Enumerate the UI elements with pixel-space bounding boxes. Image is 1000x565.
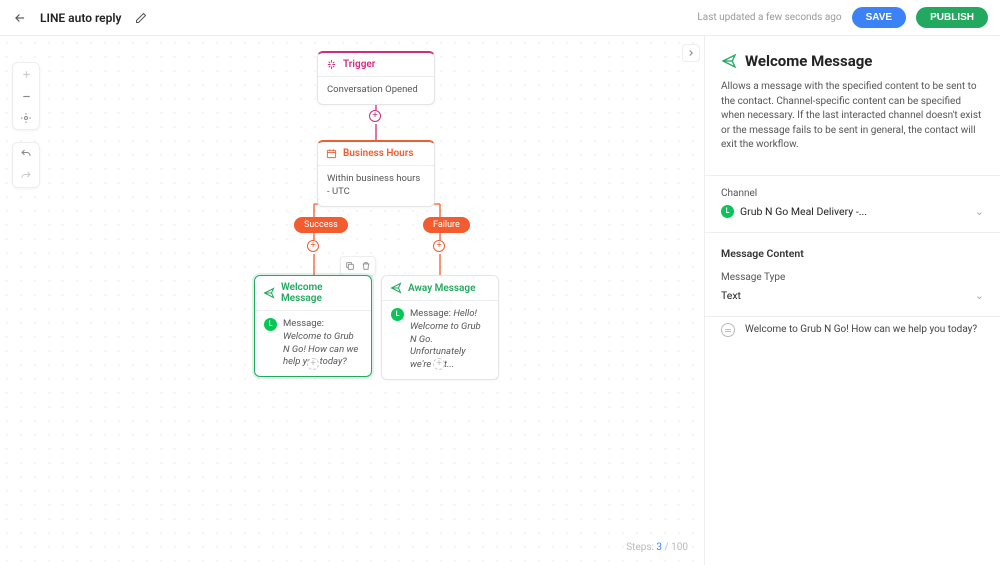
away-msg-text: Message: Hello! Welcome to Grub N Go. Un…: [410, 308, 489, 372]
message-preview-row[interactable]: Welcome to Grub N Go! How can we help yo…: [721, 317, 984, 343]
panel-title-row: Welcome Message: [721, 52, 984, 70]
undo-button[interactable]: [13, 143, 39, 165]
panel-title: Welcome Message: [745, 52, 872, 70]
channel-label: Channel: [721, 188, 984, 199]
zoom-toolbar: [12, 62, 40, 130]
channel-selector[interactable]: L Grub N Go Meal Delivery -... ⌄: [721, 205, 984, 222]
add-step-after-trigger[interactable]: +: [369, 110, 381, 122]
hours-node-header: Business Hours: [318, 142, 434, 166]
edit-pencil-icon[interactable]: [133, 10, 149, 26]
workflow-title: LINE auto reply: [40, 11, 121, 25]
history-toolbar: [12, 142, 40, 188]
node-mini-toolbar: [340, 256, 376, 276]
collapse-panel-button[interactable]: [682, 44, 700, 62]
success-branch-label: Success: [294, 217, 348, 233]
away-node-header: Away Message: [382, 276, 498, 301]
send-icon: [721, 53, 737, 69]
hours-body: Within business hours - UTC: [318, 166, 434, 206]
properties-panel: Welcome Message Allows a message with th…: [704, 36, 1000, 565]
welcome-node-header: Welcome Message: [255, 276, 371, 311]
send-icon: [390, 282, 402, 294]
failure-branch-label: Failure: [423, 217, 470, 233]
welcome-title: Welcome Message: [281, 282, 363, 304]
line-channel-icon: L: [721, 205, 734, 218]
message-type-selector[interactable]: Text ⌄: [721, 289, 984, 306]
chevron-down-icon: ⌄: [975, 205, 984, 218]
channel-value: Grub N Go Meal Delivery -...: [740, 205, 867, 218]
app-body: Trigger Conversation Opened + Business H…: [0, 36, 1000, 565]
welcome-msg-text: Message: Welcome to Grub N Go! How can w…: [283, 318, 362, 369]
message-preview-text: Welcome to Grub N Go! How can we help yo…: [745, 324, 977, 335]
header-left: LINE auto reply: [12, 10, 149, 26]
away-title: Away Message: [408, 283, 476, 294]
delete-node-button[interactable]: [359, 259, 373, 273]
copy-node-button[interactable]: [343, 259, 357, 273]
message-type-label: Message Type: [721, 272, 984, 283]
chevron-down-icon: ⌄: [975, 289, 984, 302]
add-step-failure-branch[interactable]: +: [433, 240, 445, 252]
header-right: Last updated a few seconds ago SAVE PUBL…: [697, 7, 988, 28]
hours-title: Business Hours: [343, 148, 413, 159]
line-channel-icon: L: [264, 318, 277, 331]
message-content-label: Message Content: [721, 247, 984, 260]
trigger-title: Trigger: [343, 59, 375, 70]
save-button[interactable]: SAVE: [852, 7, 907, 28]
add-step-after-welcome[interactable]: +: [307, 358, 319, 370]
message-type-value: Text: [721, 289, 741, 302]
send-icon: [263, 287, 275, 299]
trigger-node-header: Trigger: [318, 53, 434, 77]
trigger-node[interactable]: Trigger Conversation Opened: [317, 51, 435, 105]
last-updated-label: Last updated a few seconds ago: [697, 12, 841, 23]
add-step-after-away[interactable]: +: [433, 358, 445, 370]
line-channel-icon: L: [391, 308, 404, 321]
business-hours-node[interactable]: Business Hours Within business hours - U…: [317, 140, 435, 207]
fit-view-button[interactable]: [13, 107, 39, 129]
redo-button[interactable]: [13, 165, 39, 187]
back-arrow-icon[interactable]: [12, 10, 28, 26]
trigger-body: Conversation Opened: [318, 77, 434, 104]
zoom-out-button[interactable]: [13, 85, 39, 107]
workflow-canvas[interactable]: Trigger Conversation Opened + Business H…: [0, 36, 704, 565]
panel-description: Allows a message with the specified cont…: [721, 80, 984, 165]
publish-button[interactable]: PUBLISH: [916, 7, 988, 28]
add-step-success-branch[interactable]: +: [307, 240, 319, 252]
calendar-icon: [326, 148, 337, 159]
chat-bubble-icon: [721, 323, 735, 337]
spark-icon: [326, 59, 337, 70]
steps-counter: Steps: 3 / 100: [626, 542, 688, 553]
zoom-in-button[interactable]: [13, 63, 39, 85]
app-header: LINE auto reply Last updated a few secon…: [0, 0, 1000, 36]
